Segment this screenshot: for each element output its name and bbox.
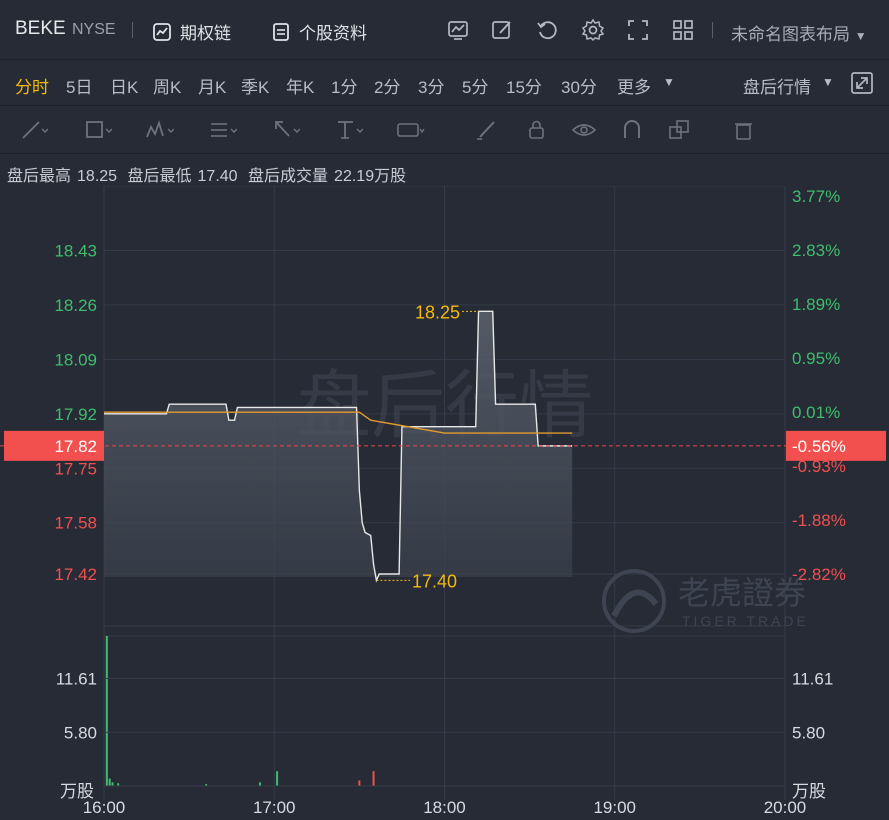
period-tab[interactable]: 3分 xyxy=(418,73,444,98)
y-tick-label-left: 17.75 xyxy=(54,459,97,478)
rectangle-icon[interactable] xyxy=(84,118,112,142)
profile-button[interactable]: 个股资料 xyxy=(271,19,367,44)
x-tick-label: 17:00 xyxy=(253,798,296,817)
y-tick-label-right: 2.83% xyxy=(792,241,840,260)
volume-bar xyxy=(111,782,114,786)
volume-tick-right: 5.80 xyxy=(792,723,825,742)
divider xyxy=(132,22,133,38)
volume-bar xyxy=(358,780,361,786)
high-value: 18.25 xyxy=(77,168,118,185)
top-toolbar: BEKE NYSE 期权链 个股资料 未命名图表布局 ▼ xyxy=(0,0,889,60)
reference-pct-label: -0.56% xyxy=(792,437,846,456)
layers-icon[interactable] xyxy=(667,118,695,142)
divider xyxy=(712,22,713,38)
indicator-icon[interactable] xyxy=(446,18,470,42)
layout-name-label: 未命名图表布局 xyxy=(731,25,850,44)
brand-name-en: TIGER TRADE xyxy=(682,613,809,629)
lock-icon[interactable] xyxy=(524,118,552,142)
y-tick-label-right: 0.01% xyxy=(792,403,840,422)
period-tab[interactable]: 15分 xyxy=(506,73,542,98)
y-tick-label-left: 17.42 xyxy=(54,565,97,584)
trend-line-icon[interactable] xyxy=(20,118,48,142)
volume-bar xyxy=(276,771,279,786)
min-price-label: 17.40 xyxy=(412,571,457,591)
after-hours-stats: 盘后最高 18.25 盘后最低 17.40 盘后成交量 22.19万股 xyxy=(7,162,412,186)
edit-icon[interactable] xyxy=(490,18,514,42)
options-chart-icon xyxy=(153,22,171,41)
y-tick-label-right: -1.88% xyxy=(792,511,846,530)
reference-price-label: 17.82 xyxy=(54,437,97,456)
period-tab[interactable]: 分时 xyxy=(15,73,49,98)
volume-tick-right: 11.61 xyxy=(792,670,833,689)
fibonacci-icon[interactable] xyxy=(209,118,237,142)
y-tick-label-left: 18.43 xyxy=(54,241,97,260)
number-label-icon[interactable] xyxy=(397,118,425,142)
refresh-icon[interactable] xyxy=(535,18,559,42)
period-tab[interactable]: 周K xyxy=(153,73,181,98)
volume-bar xyxy=(372,771,375,786)
brush-icon[interactable] xyxy=(474,118,502,142)
arrow-icon[interactable] xyxy=(272,118,300,142)
max-price-label: 18.25 xyxy=(415,302,460,322)
volume-label: 盘后成交量 xyxy=(248,168,329,185)
period-tabs: 分时 5日 日K 周K 月K 季K 年K 1分 2分 3分 5分 15分 30分 更多 ▼ 盘后行情 ▼ xyxy=(0,60,889,106)
fullscreen-icon[interactable] xyxy=(626,18,650,42)
period-tab[interactable]: 2分 xyxy=(374,73,400,98)
y-tick-label-right: 3.77% xyxy=(792,187,840,206)
text-tool-icon[interactable] xyxy=(335,118,363,142)
x-tick-label: 18:00 xyxy=(423,798,466,817)
y-tick-label-right: 1.89% xyxy=(792,295,840,314)
document-icon xyxy=(273,22,289,41)
volume-bar xyxy=(108,778,111,786)
exchange-name: NYSE xyxy=(72,21,116,38)
period-tab[interactable]: 30分 xyxy=(561,73,597,98)
magnet-icon[interactable] xyxy=(620,118,648,142)
options-chain-button[interactable]: 期权链 xyxy=(152,19,231,44)
brand-name-cn: 老虎證券 xyxy=(678,575,806,611)
after-hours-dropdown[interactable]: 盘后行情 xyxy=(743,73,811,98)
volume-tick-left: 5.80 xyxy=(64,723,97,742)
x-tick-label: 16:00 xyxy=(83,798,126,817)
period-tab[interactable]: 月K xyxy=(198,73,226,98)
y-tick-label-left: 18.26 xyxy=(54,296,97,315)
eye-icon[interactable] xyxy=(571,118,599,142)
trash-icon[interactable] xyxy=(731,118,759,142)
layout-dropdown[interactable]: 未命名图表布局 ▼ xyxy=(731,20,867,45)
period-tab[interactable]: 5日 xyxy=(66,73,92,98)
tiger-logo-stripe xyxy=(611,589,659,618)
gear-icon[interactable] xyxy=(581,18,605,42)
price-chart[interactable]: 盘后行情18.4318.2618.0917.9217.7517.5817.423… xyxy=(0,186,889,820)
x-tick-label: 20:00 xyxy=(764,798,807,817)
period-tab[interactable]: 更多 xyxy=(617,73,651,98)
period-tab[interactable]: 1分 xyxy=(331,73,357,98)
volume-bar xyxy=(259,782,262,786)
grid-layout-icon[interactable] xyxy=(671,18,695,42)
period-tab[interactable]: 年K xyxy=(286,73,314,98)
options-chain-label: 期权链 xyxy=(180,24,231,43)
period-tab[interactable]: 5分 xyxy=(462,73,488,98)
y-tick-label-left: 18.09 xyxy=(54,350,97,369)
expand-icon[interactable] xyxy=(850,71,874,95)
after-hours-caret-icon[interactable]: ▼ xyxy=(822,75,834,89)
profile-label: 个股资料 xyxy=(299,24,367,43)
low-label: 盘后最低 xyxy=(127,168,192,185)
volume-value: 22.19万股 xyxy=(334,168,407,185)
high-label: 盘后最高 xyxy=(7,168,72,185)
ticker-symbol: BEKE xyxy=(15,18,66,39)
x-tick-label: 19:00 xyxy=(593,798,636,817)
low-value: 17.40 xyxy=(197,168,238,185)
wave-pattern-icon[interactable] xyxy=(146,118,174,142)
caret-down-icon: ▼ xyxy=(854,29,867,43)
period-tab[interactable]: 日K xyxy=(110,73,138,98)
y-tick-label-left: 17.92 xyxy=(54,405,97,424)
y-tick-label-right: 0.95% xyxy=(792,349,840,368)
volume-bar xyxy=(105,636,108,786)
y-tick-label-left: 17.58 xyxy=(54,514,97,533)
volume-tick-left: 11.61 xyxy=(56,670,97,689)
more-caret-icon[interactable]: ▼ xyxy=(663,75,675,89)
period-tab[interactable]: 季K xyxy=(241,73,269,98)
drawing-toolbar xyxy=(0,106,889,154)
